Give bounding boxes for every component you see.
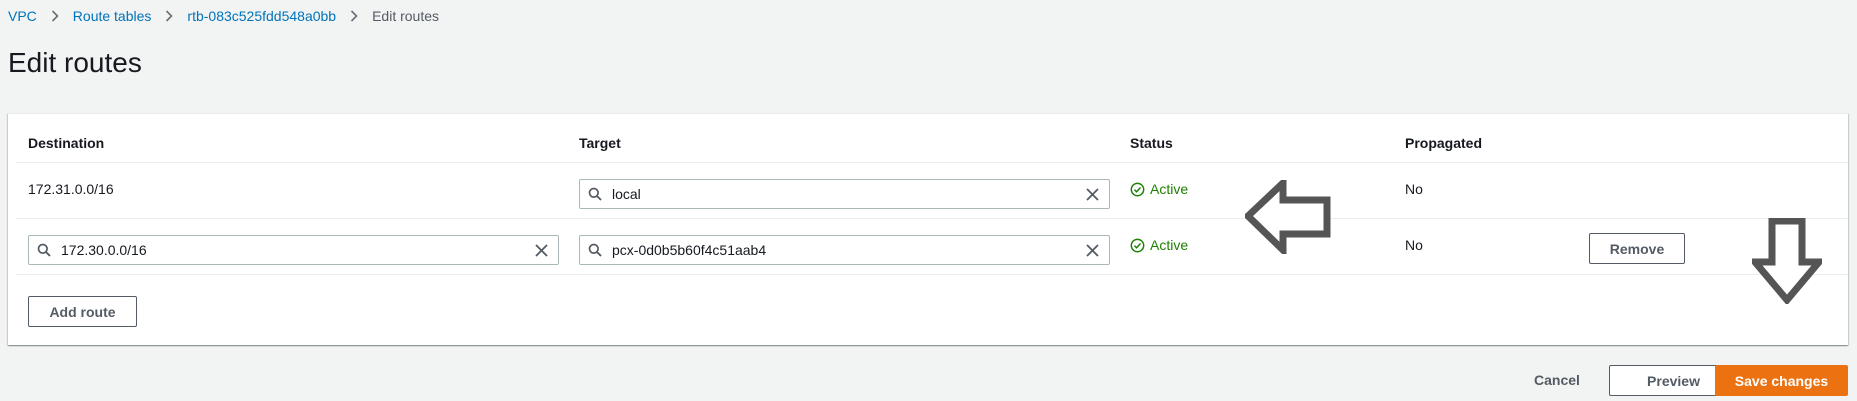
target-input-value: pcx-0d0b5b60f4c51aab4 <box>612 242 767 258</box>
propagated-value: No <box>1405 181 1423 197</box>
routes-panel: Destination Target Status Propagated 172… <box>8 113 1848 345</box>
status-badge: Active <box>1130 181 1188 197</box>
row-divider <box>16 274 1848 275</box>
cancel-button[interactable]: Cancel <box>1534 372 1580 388</box>
column-header-target: Target <box>579 135 621 151</box>
column-header-propagated: Propagated <box>1405 135 1483 151</box>
breadcrumb-vpc[interactable]: VPC <box>8 8 37 24</box>
target-input[interactable]: local <box>579 179 1110 209</box>
search-icon <box>580 187 610 201</box>
add-route-button[interactable]: Add route <box>28 296 137 327</box>
status-text: Active <box>1150 237 1189 253</box>
status-badge: Active <box>1130 237 1188 253</box>
chevron-right-icon <box>51 10 59 22</box>
breadcrumb-route-tables[interactable]: Route tables <box>73 8 152 24</box>
row-divider <box>16 218 1848 219</box>
page-title: Edit routes <box>8 47 142 78</box>
search-icon <box>29 243 59 257</box>
breadcrumb: VPC Route tables rtb-083c525fdd548a0bb E… <box>8 8 439 24</box>
remove-route-button[interactable]: Remove <box>1589 233 1685 264</box>
status-success-icon <box>1130 238 1145 252</box>
close-icon[interactable] <box>1075 243 1109 257</box>
column-header-destination: Destination <box>28 135 105 151</box>
destination-input[interactable]: 172.30.0.0/16 <box>28 235 559 265</box>
target-input-value: local <box>612 186 641 202</box>
save-changes-button[interactable]: Save changes <box>1715 365 1848 396</box>
target-input[interactable]: pcx-0d0b5b60f4c51aab4 <box>579 235 1110 265</box>
close-icon[interactable] <box>1075 187 1109 201</box>
arrow-left-icon <box>1245 180 1331 254</box>
header-divider <box>16 162 1848 163</box>
destination-input-value: 172.30.0.0/16 <box>61 242 147 258</box>
close-icon[interactable] <box>524 243 558 257</box>
breadcrumb-route-table-id[interactable]: rtb-083c525fdd548a0bb <box>187 8 336 24</box>
destination-value: 172.31.0.0/16 <box>28 181 114 197</box>
search-icon <box>580 243 610 257</box>
propagated-value: No <box>1405 237 1423 253</box>
column-header-status: Status <box>1130 135 1173 151</box>
breadcrumb-current: Edit routes <box>372 8 440 24</box>
chevron-right-icon <box>350 10 358 22</box>
arrow-down-icon <box>1752 218 1822 304</box>
status-text: Active <box>1150 181 1189 197</box>
status-success-icon <box>1130 182 1145 196</box>
chevron-right-icon <box>165 10 174 22</box>
